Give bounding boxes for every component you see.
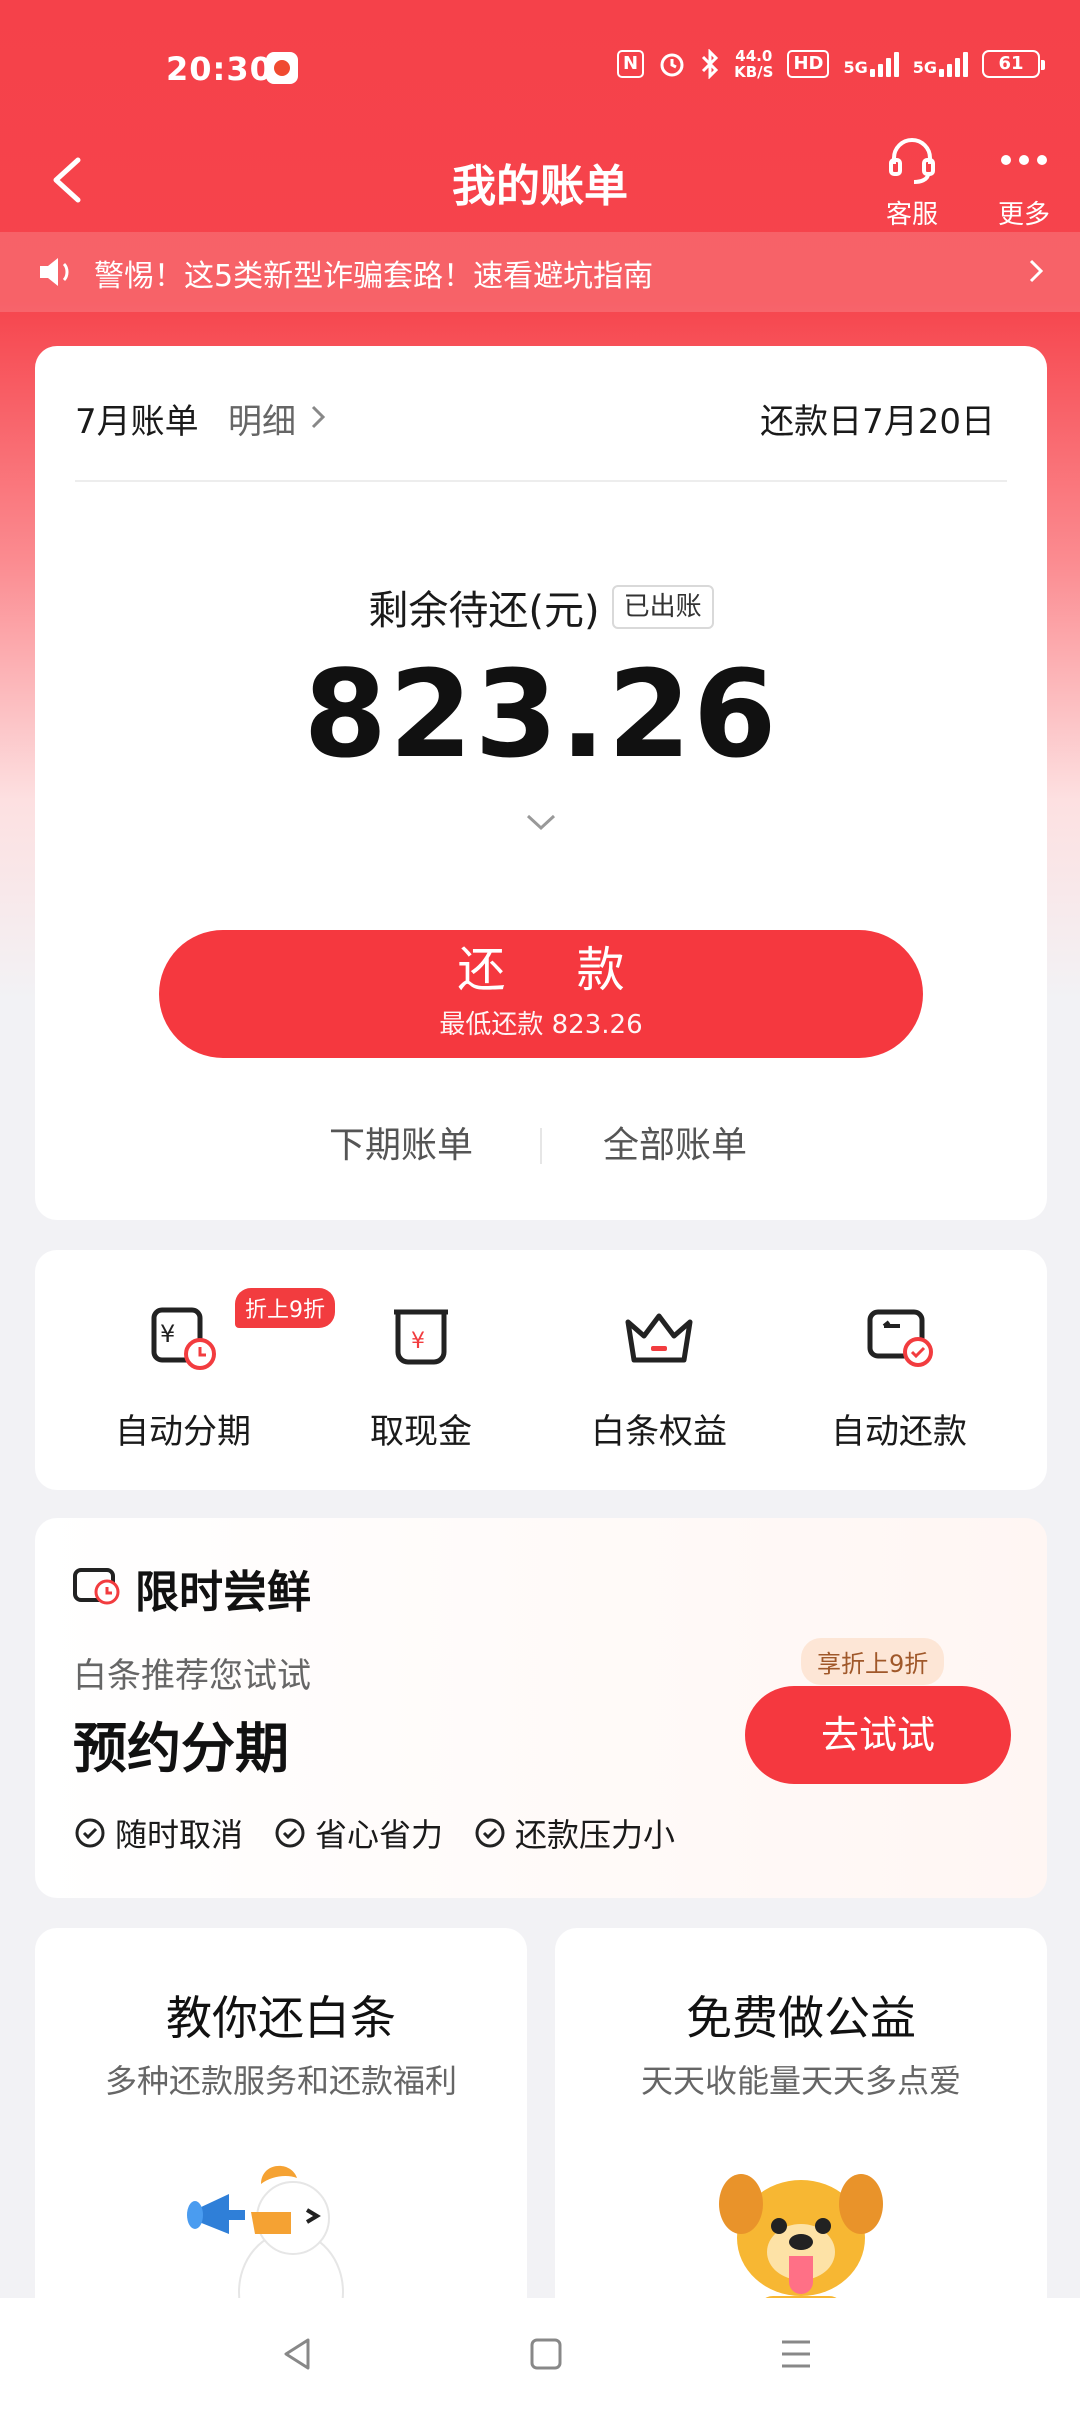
offer-name: 预约分期 [73, 1717, 289, 1780]
promo-subtitle: 天天收能量天天多点爱 [640, 2062, 961, 2100]
quick-action-benefits[interactable]: 白条权益 [559, 1292, 759, 1453]
repay-button-label: 还 款 [457, 942, 653, 998]
quick-action-auto-installment[interactable]: ¥ 自动分期 折上9折 [83, 1288, 335, 1453]
discount-badge: 折上9折 [235, 1288, 335, 1328]
network-speed: 44.0 KB/S [734, 48, 773, 80]
network-type-2: 5G [912, 58, 937, 77]
network-type-1: 5G [843, 58, 868, 77]
quick-actions-card: ¥ 自动分期 折上9折 ¥ 取现金 白条权益 自动还款 [35, 1250, 1047, 1490]
status-badge: 已出账 [611, 585, 714, 629]
feature-label: 省心省力 [315, 1816, 444, 1854]
signal-1: 5G [843, 51, 899, 77]
app-notification-icon [266, 52, 298, 84]
divider [75, 480, 1007, 482]
quick-action-label: 取现金 [370, 1412, 472, 1452]
remaining-row: 剩余待还(元) 已出账 [35, 578, 1047, 636]
more-button[interactable]: 更多 [984, 132, 1064, 231]
status-icons: N 44.0 KB/S HD 5G 5G 61 [617, 48, 1045, 80]
battery-icon: 61 [982, 50, 1045, 78]
quick-action-label: 白条权益 [591, 1412, 727, 1452]
promo-title: 免费做公益 [686, 1991, 916, 2045]
bill-month: 7月账单 [75, 402, 199, 442]
customer-service-label: 客服 [885, 200, 938, 230]
back-icon[interactable] [44, 154, 92, 206]
installment-icon: ¥ [151, 1307, 216, 1370]
home-square-icon[interactable] [524, 2332, 568, 2376]
divider [540, 1128, 542, 1164]
feature-label: 还款压力小 [515, 1816, 676, 1854]
cash-icon: ¥ [394, 1309, 448, 1365]
all-bills-link[interactable]: 全部账单 [603, 1116, 747, 1168]
feature-item: 随时取消 [73, 1810, 243, 1856]
quick-action-label: 自动还款 [831, 1412, 967, 1452]
back-triangle-icon[interactable] [276, 2332, 320, 2376]
promo-subtitle: 多种还款服务和还款福利 [104, 2062, 457, 2100]
hd-icon: HD [787, 50, 830, 78]
signal-bars-icon [939, 51, 968, 77]
next-bill-link[interactable]: 下期账单 [329, 1116, 473, 1168]
nfc-icon: N [617, 50, 645, 78]
quick-action-auto-repay[interactable]: 自动还款 [799, 1292, 999, 1453]
check-circle-icon [475, 1818, 505, 1848]
feature-item: 省心省力 [273, 1810, 443, 1856]
bill-detail-link[interactable]: 明细 [228, 394, 296, 443]
speaker-icon [40, 258, 69, 286]
promo-title: 教你还白条 [166, 1991, 396, 2045]
quick-action-label: 自动分期 [115, 1412, 251, 1452]
repay-button[interactable]: 还 款 最低还款 823.26 [159, 930, 923, 1058]
notice-text: 警惕！这5类新型诈骗套路！速看避坑指南 [94, 259, 654, 294]
promo-card-repay-guide[interactable]: 教你还白条 多种还款服务和还款福利 [35, 1928, 527, 2328]
speed-unit: KB/S [734, 63, 774, 81]
signal-bars-icon [869, 51, 899, 77]
check-circle-icon [275, 1818, 305, 1848]
try-now-button[interactable]: 去试试 [745, 1686, 1011, 1784]
chevron-right-icon [311, 405, 326, 429]
bill-page: 20:30 N 44.0 KB/S HD 5G 5G 61 我的账单 客服 更多… [0, 0, 1080, 2412]
nav-bar: 我的账单 客服 更多 [0, 130, 1080, 230]
amount-due: 823.26 [303, 646, 779, 785]
menu-lines-icon[interactable] [774, 2332, 818, 2376]
auto-repay-icon [867, 1309, 933, 1367]
crown-icon [625, 1313, 693, 1363]
system-nav-bar [0, 2298, 1080, 2412]
more-dots-icon [1001, 155, 1047, 165]
headset-icon [889, 138, 935, 184]
chevron-right-icon [1029, 259, 1044, 283]
remaining-label: 剩余待还(元) [368, 588, 600, 634]
bill-links: 下期账单 全部账单 [35, 1116, 1047, 1176]
feature-item: 还款压力小 [473, 1810, 675, 1856]
due-date: 还款日7月20日 [760, 402, 995, 442]
feature-label: 随时取消 [115, 1816, 244, 1854]
signal-2: 5G [913, 51, 968, 77]
svg-text:¥: ¥ [160, 1320, 175, 1348]
wallet-clock-icon [73, 1568, 120, 1605]
limited-offer-card: 限时尝鲜 白条推荐您试试 预约分期 随时取消 省心省力 还款压力小 去试试 享折… [35, 1518, 1047, 1898]
discount-badge: 享折上9折 [801, 1638, 945, 1685]
quick-action-cash[interactable]: ¥ 取现金 [321, 1292, 521, 1453]
customer-service-button[interactable]: 客服 [872, 132, 952, 231]
offer-title: 限时尝鲜 [135, 1567, 311, 1618]
more-label: 更多 [997, 200, 1050, 230]
status-bar: 20:30 N 44.0 KB/S HD 5G 5G 61 [0, 0, 1080, 140]
min-repay-amount: 最低还款 823.26 [439, 1010, 643, 1040]
alarm-icon [660, 53, 684, 77]
status-time: 20:30 [166, 50, 273, 88]
chevron-down-icon[interactable] [525, 812, 557, 832]
bluetooth-icon [702, 49, 719, 79]
offer-features: 随时取消 省心省力 还款压力小 [73, 1810, 675, 1856]
offer-subtitle: 白条推荐您试试 [73, 1656, 311, 1696]
promo-card-charity[interactable]: 免费做公益 天天收能量天天多点爱 [555, 1928, 1047, 2328]
check-circle-icon [75, 1818, 105, 1848]
fraud-notice-bar[interactable]: 警惕！这5类新型诈骗套路！速看避坑指南 [0, 232, 1080, 312]
svg-text:¥: ¥ [411, 1329, 425, 1354]
bill-card: 7月账单 明细 还款日7月20日 剩余待还(元) 已出账 823.26 还 款 最… [35, 346, 1047, 1220]
